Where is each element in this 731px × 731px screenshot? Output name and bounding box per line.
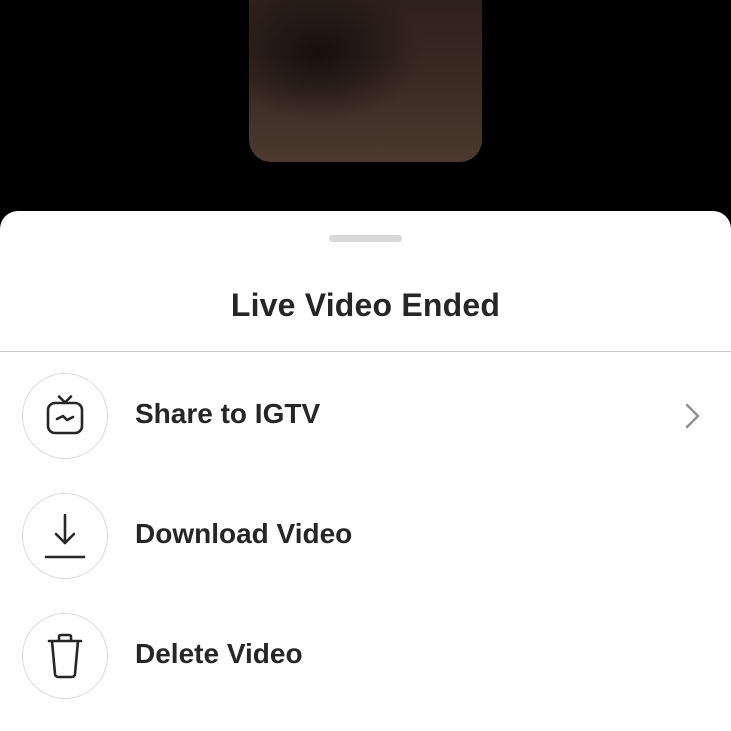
action-sheet: Live Video Ended Share to IGTV Download … (0, 211, 731, 731)
download-icon-circle (22, 493, 108, 579)
trash-icon (47, 633, 83, 679)
delete-video-option[interactable]: Delete Video (0, 606, 731, 710)
delete-video-label: Delete Video (135, 638, 303, 669)
chevron-right-icon (685, 403, 700, 429)
igtv-icon-circle (22, 373, 108, 459)
live-video-preview (249, 0, 482, 162)
download-video-label: Download Video (135, 518, 353, 549)
download-video-option[interactable]: Download Video (0, 486, 731, 590)
share-to-igtv-label: Share to IGTV (135, 398, 321, 429)
sheet-grabber-handle[interactable] (329, 235, 402, 242)
divider (0, 351, 731, 352)
igtv-icon (46, 395, 84, 435)
sheet-title: Live Video Ended (230, 287, 501, 323)
trash-icon-circle (22, 613, 108, 699)
share-to-igtv-option[interactable]: Share to IGTV (0, 366, 731, 470)
download-icon (44, 513, 86, 559)
